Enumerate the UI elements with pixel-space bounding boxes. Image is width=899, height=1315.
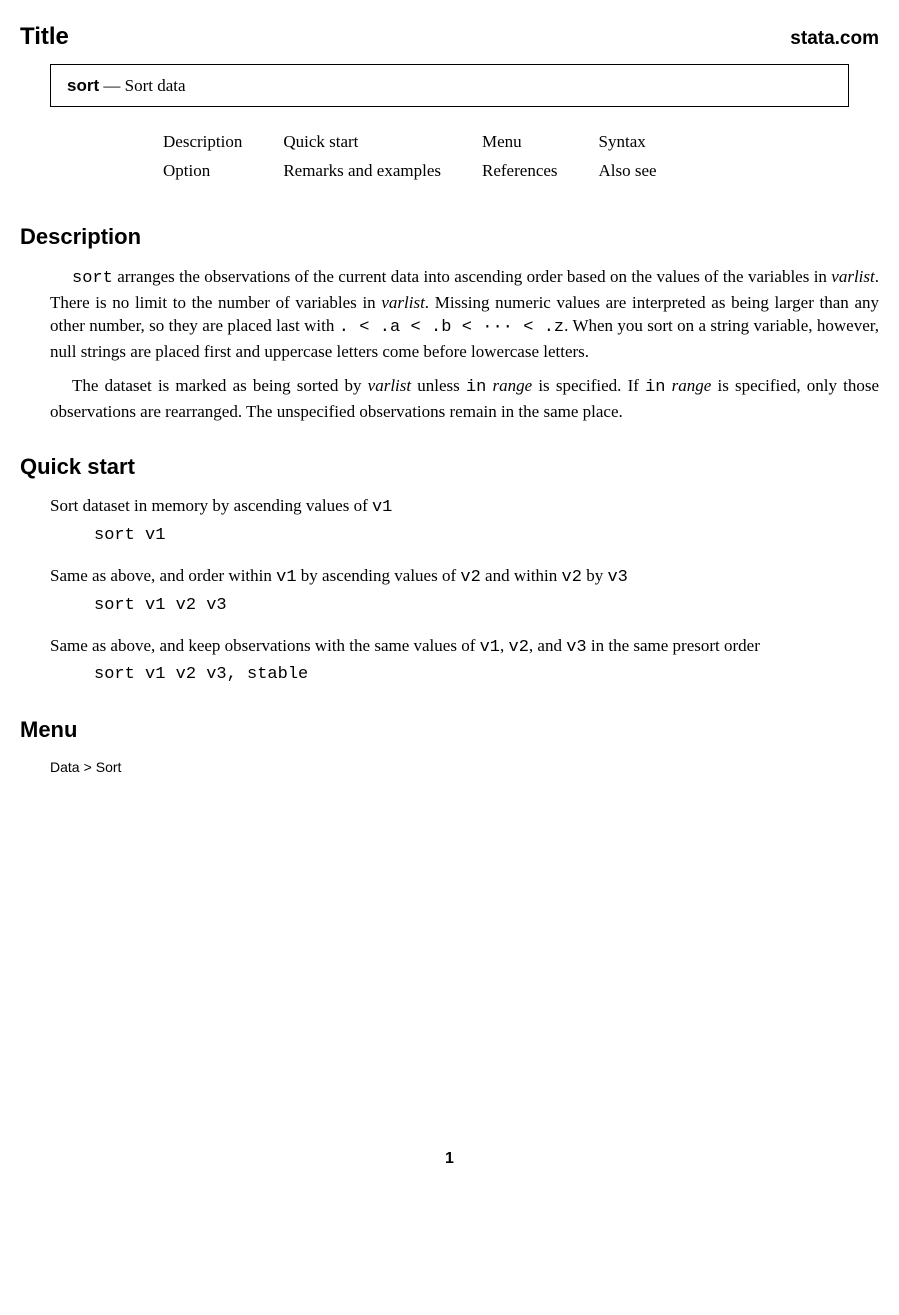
description-para-1: sort arranges the observations of the cu… <box>50 265 879 364</box>
menu-path-item: Sort <box>96 759 122 775</box>
header: Title stata.com <box>20 20 879 54</box>
quick-start-code: sort v1 v2 v3, stable <box>94 663 879 687</box>
toc-link-option[interactable]: Option <box>163 161 210 180</box>
toc-link-description[interactable]: Description <box>163 132 242 151</box>
command-short-desc: Sort data <box>125 76 186 95</box>
toc-link-menu[interactable]: Menu <box>482 132 522 151</box>
toc-link-syntax[interactable]: Syntax <box>599 132 646 151</box>
title-separator: — <box>99 76 125 95</box>
page-title: Title <box>20 20 69 54</box>
toc-link-remarks[interactable]: Remarks and examples <box>283 161 441 180</box>
command-name: sort <box>67 76 99 95</box>
quick-start-item: Same as above, and keep observations wit… <box>50 634 879 688</box>
table-of-contents: Description Quick start Menu Syntax Opti… <box>160 127 879 187</box>
quick-start-item: Same as above, and order within v1 by as… <box>50 564 879 618</box>
quick-start-body: Sort dataset in memory by ascending valu… <box>50 494 879 687</box>
menu-path: Data>Sort <box>50 758 879 778</box>
chevron-right-icon: > <box>80 759 96 775</box>
section-heading-menu: Menu <box>20 715 879 746</box>
page-number: 1 <box>20 1148 879 1170</box>
description-para-2: The dataset is marked as being sorted by… <box>50 374 879 424</box>
brand-link[interactable]: stata.com <box>790 26 879 53</box>
toc-link-also-see[interactable]: Also see <box>599 161 657 180</box>
quick-start-code: sort v1 v2 v3 <box>94 594 879 618</box>
title-box: sort — Sort data <box>50 64 849 108</box>
description-body: sort arranges the observations of the cu… <box>50 265 879 424</box>
menu-path-item: Data <box>50 759 80 775</box>
toc-link-quick-start[interactable]: Quick start <box>283 132 358 151</box>
quick-start-desc: Same as above, and order within v1 by as… <box>50 564 879 590</box>
section-heading-quick-start: Quick start <box>20 452 879 483</box>
quick-start-code: sort v1 <box>94 524 879 548</box>
quick-start-desc: Same as above, and keep observations wit… <box>50 634 879 660</box>
quick-start-desc: Sort dataset in memory by ascending valu… <box>50 494 879 520</box>
quick-start-item: Sort dataset in memory by ascending valu… <box>50 494 879 548</box>
toc-link-references[interactable]: References <box>482 161 558 180</box>
section-heading-description: Description <box>20 222 879 253</box>
